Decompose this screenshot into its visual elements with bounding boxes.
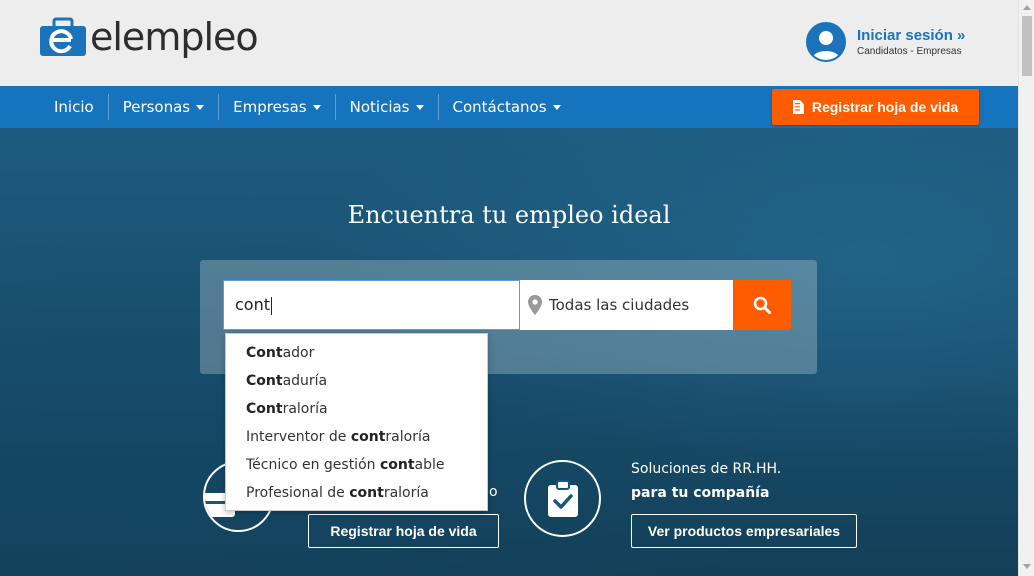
city-select[interactable]: Todas las ciudades	[520, 280, 733, 330]
register-cv-button[interactable]: Registrar hoja de vida	[772, 89, 979, 125]
hero-title: Encuentra tu empleo ideal	[347, 201, 671, 229]
solutions-subtitle: para tu compañía	[631, 485, 770, 501]
suggestion-item[interactable]: Interventor de contraloría	[226, 423, 487, 451]
register-cv-outline-button[interactable]: Registrar hoja de vida	[308, 514, 499, 548]
scroll-down-arrow-icon[interactable]	[1023, 564, 1031, 569]
candidates-text-fragment: o	[489, 484, 498, 500]
logo-text: elempleo	[90, 15, 259, 59]
suggestion-item[interactable]: Contaduría	[226, 367, 487, 395]
suggestion-item[interactable]: Contador	[226, 339, 487, 367]
nav-item-personas[interactable]: Personas	[109, 94, 220, 120]
site-header: elempleo Iniciar sesión » Candidatos - E…	[0, 0, 1018, 86]
nav-item-inicio[interactable]: Inicio	[40, 94, 109, 120]
search-icon	[753, 296, 771, 314]
login-link[interactable]: Iniciar sesión » Candidatos - Empresas	[806, 22, 965, 62]
keyword-search-input[interactable]: cont	[223, 280, 520, 330]
nav-item-noticias[interactable]: Noticias	[336, 94, 439, 120]
nav-item-empresas[interactable]: Empresas	[219, 94, 336, 120]
autocomplete-dropdown: Contador Contaduría Contraloría Interven…	[225, 333, 488, 511]
city-select-value: Todas las ciudades	[549, 296, 690, 314]
suggestion-item[interactable]: Contraloría	[226, 395, 487, 423]
suggestion-item[interactable]: Profesional de contraloría	[226, 479, 487, 507]
document-icon	[792, 100, 804, 114]
scroll-up-arrow-icon[interactable]	[1023, 5, 1031, 10]
nav-item-contactanos[interactable]: Contáctanos	[439, 94, 575, 120]
vertical-scrollbar[interactable]	[1018, 0, 1034, 576]
suggestion-item[interactable]: Técnico en gestión contable	[226, 451, 487, 479]
chevron-down-icon	[552, 104, 561, 110]
map-pin-icon	[528, 295, 542, 315]
login-title[interactable]: Iniciar sesión »	[857, 27, 965, 44]
user-avatar-icon	[806, 22, 846, 62]
logo-briefcase-icon	[40, 17, 86, 56]
clipboard-check-icon	[524, 460, 601, 537]
chevron-down-icon	[312, 104, 321, 110]
chevron-down-icon	[415, 104, 424, 110]
site-logo[interactable]: elempleo	[39, 15, 259, 59]
business-products-button[interactable]: Ver productos empresariales	[631, 514, 857, 548]
chevron-down-icon	[196, 104, 205, 110]
scrollbar-thumb[interactable]	[1022, 16, 1032, 76]
solutions-title: Soluciones de RR.HH.	[631, 461, 782, 477]
search-button[interactable]	[733, 280, 791, 330]
login-subtitle: Candidatos - Empresas	[857, 46, 962, 57]
text-cursor	[271, 296, 272, 315]
